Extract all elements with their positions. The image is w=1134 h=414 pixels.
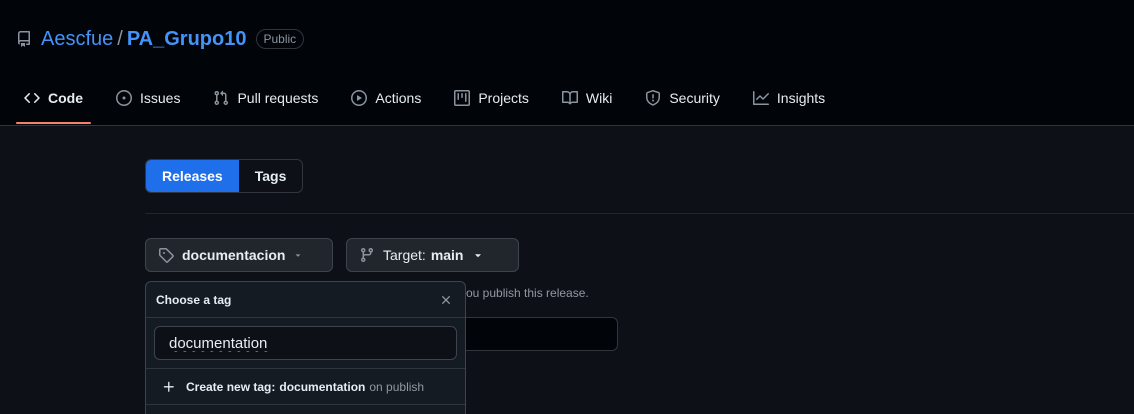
branch-icon <box>360 248 373 263</box>
tab-label: Security <box>669 90 720 106</box>
tab-label: Projects <box>478 90 529 106</box>
tab-pull-requests[interactable]: Pull requests <box>205 80 326 116</box>
release-title-input[interactable] <box>466 317 618 351</box>
helper-text: ou publish this release. <box>466 286 589 300</box>
tab-code[interactable]: Code <box>16 80 91 124</box>
repo-name-link[interactable]: PA_Grupo10 <box>127 28 247 51</box>
target-branch-value: main <box>430 247 464 263</box>
tab-label: Wiki <box>585 90 613 106</box>
play-icon <box>351 90 368 106</box>
repo-title: Aescfue / PA_Grupo10 Public <box>16 25 305 53</box>
tab-insights[interactable]: Insights <box>745 80 833 116</box>
repo-nav-tabs: Code Issues Pull requests Actions Projec… <box>16 80 850 124</box>
book-icon <box>561 90 578 105</box>
releases-tags-toggle: Releases Tags <box>145 159 304 193</box>
tab-projects[interactable]: Projects <box>446 80 537 116</box>
tab-wiki[interactable]: Wiki <box>554 80 620 116</box>
tab-actions[interactable]: Actions <box>343 80 429 116</box>
tab-issues[interactable]: Issues <box>108 80 188 116</box>
target-label: Target: <box>383 247 426 263</box>
chevron-down-icon <box>474 254 481 258</box>
repo-header: Aescfue / PA_Grupo10 Public Code Issues … <box>0 0 1134 126</box>
code-icon <box>24 92 40 104</box>
popover-header: Choose a tag <box>146 282 465 318</box>
tag-icon <box>159 248 174 263</box>
tag-filter-input[interactable] <box>154 326 457 360</box>
releases-button[interactable]: Releases <box>146 160 239 192</box>
create-new-tag-item[interactable]: Create new tag: documentation on publish <box>146 369 465 405</box>
graph-icon <box>752 91 769 105</box>
pull-request-icon <box>214 90 229 106</box>
section-divider <box>145 213 1134 214</box>
tags-button[interactable]: Tags <box>239 160 303 192</box>
create-tag-suffix: on publish <box>369 379 425 394</box>
tag-filter-row <box>146 318 465 369</box>
project-table-icon <box>454 90 471 106</box>
tab-label: Insights <box>776 90 826 106</box>
visibility-badge: Public <box>255 29 305 49</box>
popover-title: Choose a tag <box>156 292 232 307</box>
tab-security[interactable]: Security <box>637 80 728 116</box>
tab-label: Pull requests <box>237 90 319 106</box>
tab-label: Issues <box>140 90 181 106</box>
target-branch-button[interactable]: Target: main <box>346 238 519 272</box>
repo-icon <box>16 31 32 47</box>
create-tag-name: documentation <box>279 379 366 394</box>
chevron-down-icon <box>296 254 301 257</box>
tag-button-label: documentacion <box>182 247 286 263</box>
issue-icon <box>116 90 132 106</box>
plus-icon <box>163 381 174 392</box>
repo-owner-link[interactable]: Aescfue <box>41 28 113 51</box>
close-icon[interactable] <box>439 293 453 307</box>
tab-label: Actions <box>375 90 422 106</box>
repo-separator: / <box>117 27 123 50</box>
choose-tag-button[interactable]: documentacion <box>145 238 333 272</box>
choose-tag-popover: Choose a tag Create new tag: documentati… <box>145 281 466 414</box>
shield-icon <box>646 90 661 106</box>
tab-label: Code <box>48 90 83 106</box>
create-tag-prefix: Create new tag: <box>186 379 276 394</box>
